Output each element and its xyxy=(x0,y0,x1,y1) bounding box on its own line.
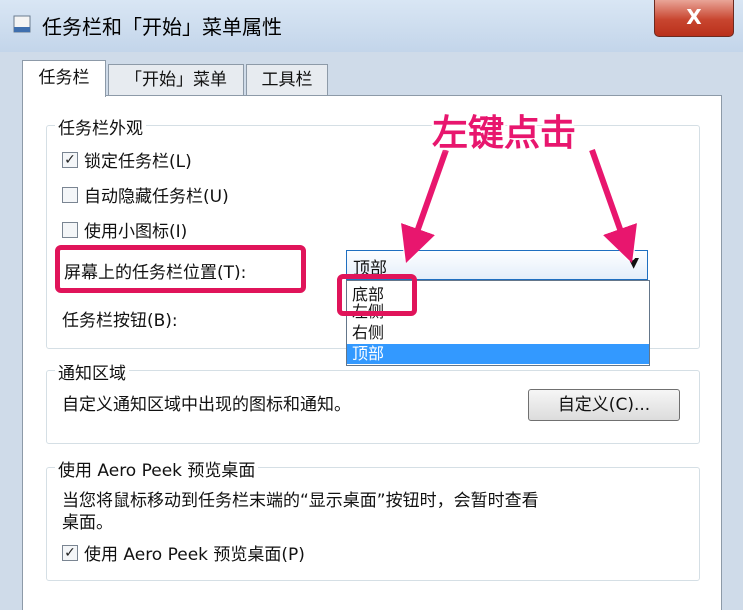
right-arrow xyxy=(589,148,637,263)
annotation-arrows xyxy=(401,144,637,263)
annotation-left-click-text: 左键点击 xyxy=(432,113,577,154)
left-arrow xyxy=(401,148,449,263)
